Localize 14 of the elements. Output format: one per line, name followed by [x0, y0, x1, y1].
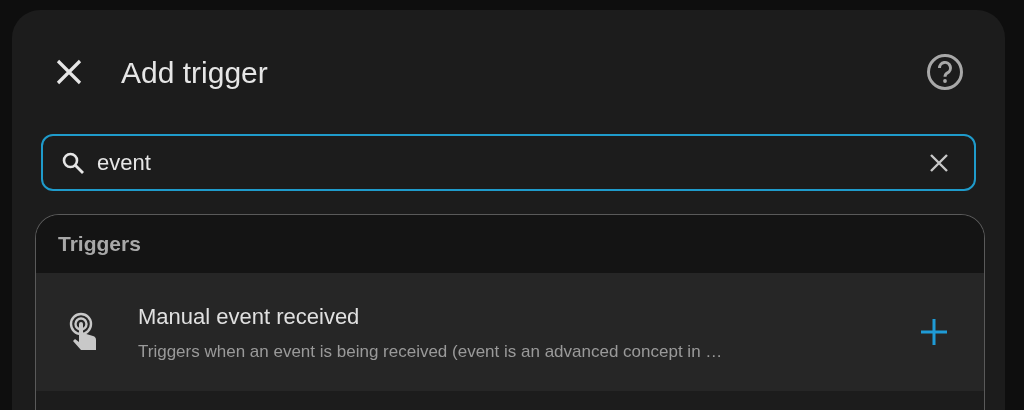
clear-icon — [929, 152, 949, 173]
help-icon — [926, 53, 964, 91]
plus-icon — [920, 318, 948, 346]
search-field[interactable]: event — [41, 134, 976, 191]
search-icon — [61, 150, 85, 175]
close-icon — [55, 58, 83, 86]
item-title: Manual event received — [138, 302, 361, 331]
add-button[interactable] — [918, 316, 950, 348]
section-title: Triggers — [58, 231, 141, 258]
help-button[interactable] — [925, 52, 965, 92]
trigger-item[interactable]: Manual event received Triggers when an event is being received (event is an advanced concept in … — [36, 273, 984, 391]
search-input[interactable]: event — [97, 146, 914, 179]
item-description: Triggers when an event is being received (event is an advanced concept in … — [138, 340, 724, 363]
dialog-title: Add trigger — [121, 54, 268, 91]
